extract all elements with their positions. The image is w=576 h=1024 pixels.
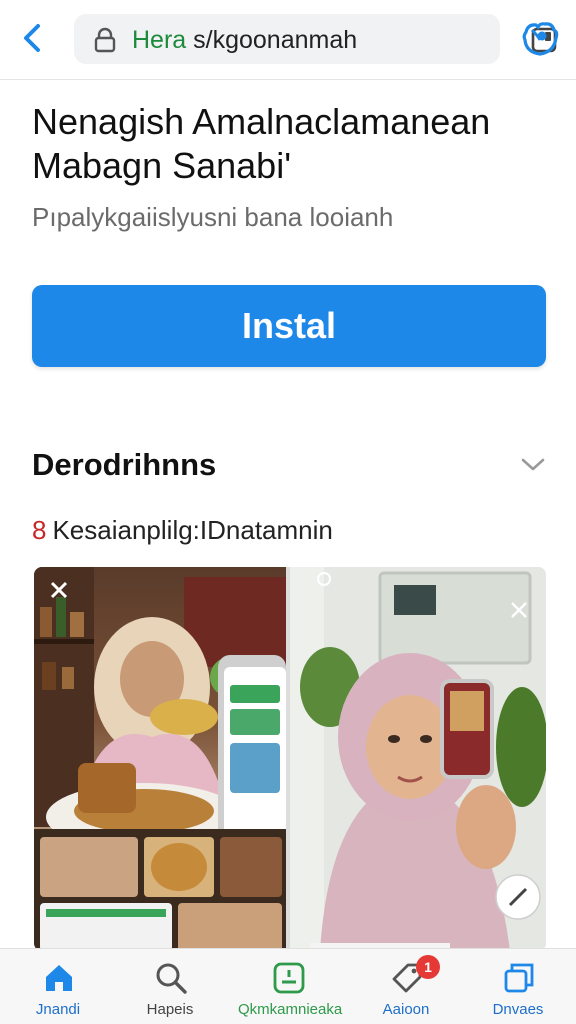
nav-item-library[interactable]: Dnvaes <box>468 957 568 1021</box>
library-icon <box>504 963 534 993</box>
nav-item-offers[interactable]: 1 Aaioon <box>356 955 456 1021</box>
notification-badge: 1 <box>416 955 440 979</box>
url-path: s/kgoonanmah <box>186 26 358 54</box>
selfie-scene-image <box>290 567 546 951</box>
app-subtitle: Pıpalykgaiislyusni bana looianh <box>32 202 394 232</box>
search-icon <box>156 963 187 994</box>
install-button[interactable]: Instal <box>32 285 546 367</box>
nav-item-apps[interactable]: Qkmkamnieaka <box>238 957 343 1021</box>
chevron-left-icon <box>24 24 40 52</box>
lock-icon <box>94 27 116 53</box>
screenshot-right[interactable] <box>290 567 546 951</box>
browser-toolbar: Hera s/kgoonanmah <box>0 0 576 80</box>
nav-item-home[interactable]: Jnandi <box>8 957 108 1021</box>
chevron-down-icon[interactable] <box>518 450 548 480</box>
nav-label-home: Jnandi <box>35 1001 81 1018</box>
rating-row: 8 Kesaianplilg:IDnatamnin <box>32 514 333 546</box>
nav-label-apps: Qkmkamnieaka <box>238 1001 343 1018</box>
rating-text: Kesaianplilg:IDnatamnin <box>52 515 333 545</box>
nav-label-offers: Aaioon <box>382 1001 430 1018</box>
rating-number: 8 <box>32 515 47 545</box>
nav-label-library: Dnvaes <box>492 1001 544 1018</box>
bottom-navigation: Jnandi Hapeis Qkmkamnieaka 1 Aaioon Dnva… <box>0 948 576 1024</box>
food-scene-image <box>34 567 286 951</box>
back-button[interactable] <box>14 20 50 56</box>
section-title: Derodrihnns <box>32 447 217 482</box>
url-text: Hera s/kgoonanmah <box>132 26 357 54</box>
screenshot-left[interactable] <box>34 567 286 951</box>
apps-icon <box>273 962 305 994</box>
address-bar[interactable]: Hera s/kgoonanmah <box>74 14 557 64</box>
nav-label-search: Hapeis <box>146 1001 194 1018</box>
nav-item-search[interactable]: Hapeis <box>120 957 220 1021</box>
url-domain: Hera <box>132 26 187 54</box>
extension-icon[interactable] <box>518 18 562 62</box>
screenshot-gallery[interactable] <box>34 567 546 951</box>
home-icon <box>46 965 72 991</box>
app-title: Nenagish Amalnaclamanean Mabagn Sanabi' <box>32 101 491 186</box>
